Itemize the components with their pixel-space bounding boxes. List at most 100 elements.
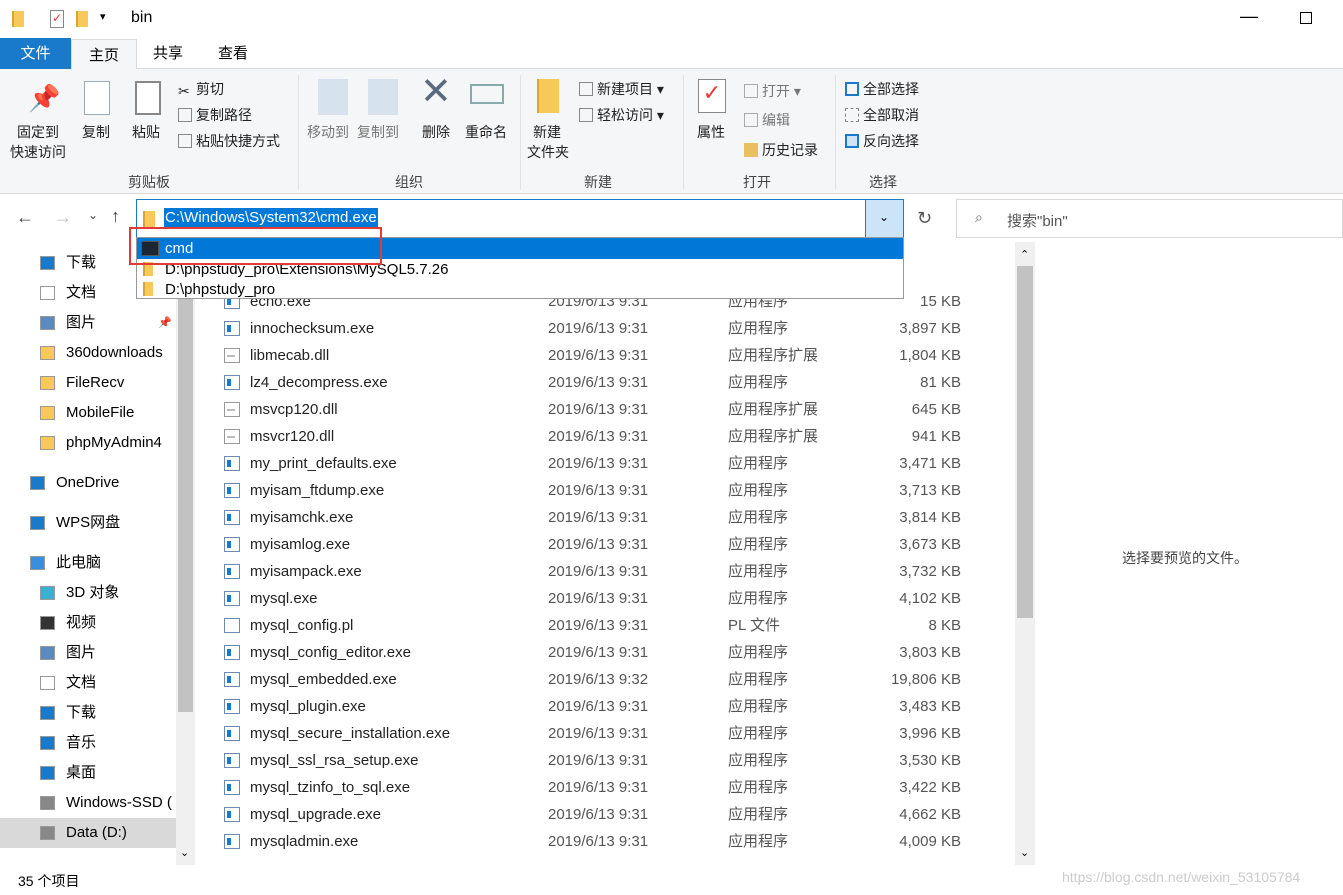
paste-shortcut-button[interactable]: 粘贴快捷方式 bbox=[178, 131, 280, 151]
sidebar-item[interactable]: 3D 对象 bbox=[0, 578, 176, 608]
copy-path-button[interactable]: 复制路径 bbox=[178, 105, 252, 125]
pin-icon: 📌 bbox=[158, 317, 172, 329]
file-row[interactable]: mysql_plugin.exe 2019/6/13 9:31 应用程序 3,4… bbox=[195, 693, 1015, 720]
move-to-button[interactable]: 移动到 bbox=[307, 122, 349, 142]
file-row[interactable]: mysql_ssl_rsa_setup.exe 2019/6/13 9:31 应… bbox=[195, 747, 1015, 774]
file-row[interactable]: mysql_tzinfo_to_sql.exe 2019/6/13 9:31 应… bbox=[195, 774, 1015, 801]
sidebar-item[interactable]: 360downloads bbox=[0, 338, 176, 368]
file-size: 4,102 KB bbox=[899, 590, 961, 607]
cut-button[interactable]: ✂ 剪切 bbox=[178, 79, 224, 99]
file-date: 2019/6/13 9:31 bbox=[548, 401, 649, 418]
sidebar-item[interactable]: 图片 bbox=[0, 638, 176, 668]
scroll-up-icon[interactable]: ⌃ bbox=[1020, 248, 1029, 261]
sidebar-item[interactable]: MobileFile bbox=[0, 398, 176, 428]
new-folder-label[interactable]: 文件夹 bbox=[527, 142, 569, 162]
desktop-icon bbox=[40, 766, 55, 780]
sidebar-item[interactable]: 文档 bbox=[0, 668, 176, 698]
address-input[interactable]: C:\Windows\System32\cmd.exe bbox=[164, 208, 378, 227]
sidebar-item[interactable]: 此电脑 bbox=[0, 548, 176, 578]
back-button[interactable]: ← bbox=[16, 207, 34, 228]
sidebar-item[interactable]: Data (D:) bbox=[0, 818, 176, 848]
new-folder-quick-icon[interactable] bbox=[76, 11, 88, 27]
file-row[interactable]: mysql_config_editor.exe 2019/6/13 9:31 应… bbox=[195, 639, 1015, 666]
history-button[interactable]: 历史记录 bbox=[744, 140, 818, 160]
file-row[interactable]: myisampack.exe 2019/6/13 9:31 应用程序 3,732… bbox=[195, 558, 1015, 585]
file-row[interactable]: mysql.exe 2019/6/13 9:31 应用程序 4,102 KB bbox=[195, 585, 1015, 612]
address-dropdown-button[interactable]: ⌄ bbox=[865, 199, 904, 238]
tab-view[interactable]: 查看 bbox=[201, 38, 265, 69]
file-row[interactable]: myisamlog.exe 2019/6/13 9:31 应用程序 3,673 … bbox=[195, 531, 1015, 558]
suggestion-item[interactable]: D:\phpstudy_pro bbox=[137, 279, 903, 300]
scrollbar-thumb[interactable] bbox=[178, 252, 193, 712]
file-name: my_print_defaults.exe bbox=[250, 455, 397, 472]
file-row[interactable]: mysql_upgrade.exe 2019/6/13 9:31 应用程序 4,… bbox=[195, 801, 1015, 828]
file-name: myisam_ftdump.exe bbox=[250, 482, 385, 499]
select-all-button[interactable]: 全部选择 bbox=[845, 79, 919, 99]
file-list-scrollbar[interactable]: ⌃ ⌄ bbox=[1015, 242, 1035, 865]
sidebar-item[interactable]: 图片 📌 bbox=[0, 308, 176, 338]
shortcut-icon bbox=[178, 134, 192, 148]
pin-quick-access-button[interactable]: 固定到 bbox=[17, 122, 59, 142]
recent-locations-button[interactable]: ⌄ bbox=[88, 208, 98, 222]
file-row[interactable]: libmecab.dll 2019/6/13 9:31 应用程序扩展 1,804… bbox=[195, 342, 1015, 369]
search-box[interactable]: ⌕ 搜索"bin" bbox=[956, 199, 1343, 238]
file-row[interactable]: myisamchk.exe 2019/6/13 9:31 应用程序 3,814 … bbox=[195, 504, 1015, 531]
sidebar-item[interactable]: FileRecv bbox=[0, 368, 176, 398]
new-item-button[interactable]: 新建项目 ▾ bbox=[579, 79, 664, 99]
copy-button[interactable]: 复制 bbox=[82, 122, 110, 142]
properties-button[interactable]: 属性 bbox=[697, 122, 725, 142]
file-row[interactable]: innochecksum.exe 2019/6/13 9:31 应用程序 3,8… bbox=[195, 315, 1015, 342]
navigation-pane-scrollbar[interactable]: ⌄ bbox=[176, 242, 195, 865]
edit-button[interactable]: 编辑 bbox=[744, 110, 790, 130]
pin-quick-access-label[interactable]: 快速访问 bbox=[10, 142, 66, 162]
sidebar-item[interactable]: phpMyAdmin4 bbox=[0, 428, 176, 458]
minimize-button[interactable]: — bbox=[1240, 6, 1258, 27]
file-row[interactable]: mysqladmin.exe 2019/6/13 9:31 应用程序 4,009… bbox=[195, 828, 1015, 855]
file-row[interactable]: mysql_config.pl 2019/6/13 9:31 PL 文件 8 K… bbox=[195, 612, 1015, 639]
tab-home[interactable]: 主页 bbox=[71, 39, 138, 70]
customize-quick-access-icon[interactable]: ▾ bbox=[100, 10, 106, 23]
scrollbar-thumb[interactable] bbox=[1017, 266, 1033, 618]
sidebar-item[interactable]: 下载 bbox=[0, 698, 176, 728]
tab-share[interactable]: 共享 bbox=[136, 38, 200, 69]
delete-button[interactable]: 删除 bbox=[422, 122, 450, 142]
paste-button[interactable]: 粘贴 bbox=[132, 122, 160, 142]
history-icon bbox=[744, 143, 758, 157]
up-button[interactable]: ↑ bbox=[111, 206, 120, 227]
file-name: libmecab.dll bbox=[250, 347, 330, 364]
tab-file[interactable]: 文件 bbox=[0, 38, 71, 69]
scroll-down-icon[interactable]: ⌄ bbox=[180, 846, 189, 859]
file-row[interactable]: msvcr120.dll 2019/6/13 9:31 应用程序扩展 941 K… bbox=[195, 423, 1015, 450]
easy-access-button[interactable]: 轻松访问 ▾ bbox=[579, 105, 664, 125]
file-row[interactable]: mysql_embedded.exe 2019/6/13 9:32 应用程序 1… bbox=[195, 666, 1015, 693]
file-row[interactable]: myisam_ftdump.exe 2019/6/13 9:31 应用程序 3,… bbox=[195, 477, 1015, 504]
file-row[interactable]: msvcp120.dll 2019/6/13 9:31 应用程序扩展 645 K… bbox=[195, 396, 1015, 423]
sidebar-item[interactable]: 音乐 bbox=[0, 728, 176, 758]
open-icon bbox=[744, 84, 758, 98]
navigation-pane: 下载 文档 图片 📌 360downloads FileRecv MobileFile php… bbox=[0, 242, 195, 865]
properties-quick-icon[interactable]: ✓ bbox=[50, 10, 64, 28]
invert-selection-button[interactable]: 反向选择 bbox=[845, 131, 919, 151]
sidebar-item[interactable]: OneDrive bbox=[0, 468, 176, 498]
cube-icon bbox=[40, 586, 55, 600]
new-folder-button[interactable]: 新建 bbox=[533, 122, 561, 142]
maximize-button[interactable] bbox=[1300, 12, 1312, 24]
open-button[interactable]: 打开 ▾ bbox=[744, 81, 801, 101]
copy-to-button[interactable]: 复制到 bbox=[357, 122, 399, 142]
sidebar-item[interactable]: WPS网盘 bbox=[0, 508, 176, 538]
refresh-button[interactable]: ↻ bbox=[917, 208, 932, 229]
forward-button[interactable]: → bbox=[54, 207, 72, 228]
sidebar-item[interactable]: 视频 bbox=[0, 608, 176, 638]
file-row[interactable]: mysql_secure_installation.exe 2019/6/13 … bbox=[195, 720, 1015, 747]
sidebar-item[interactable]: Windows-SSD ( bbox=[0, 788, 176, 818]
search-input[interactable]: 搜索"bin" bbox=[1007, 210, 1068, 231]
file-name: innochecksum.exe bbox=[250, 320, 375, 337]
dll-file-icon bbox=[224, 429, 240, 444]
rename-button[interactable]: 重命名 bbox=[465, 122, 507, 142]
file-row[interactable]: my_print_defaults.exe 2019/6/13 9:31 应用程… bbox=[195, 450, 1015, 477]
file-row[interactable]: lz4_decompress.exe 2019/6/13 9:31 应用程序 8… bbox=[195, 369, 1015, 396]
sidebar-item[interactable]: 桌面 bbox=[0, 758, 176, 788]
scroll-down-icon[interactable]: ⌄ bbox=[1020, 846, 1029, 859]
select-none-button[interactable]: 全部取消 bbox=[845, 105, 919, 125]
chevron-down-icon: ⌄ bbox=[879, 210, 890, 224]
